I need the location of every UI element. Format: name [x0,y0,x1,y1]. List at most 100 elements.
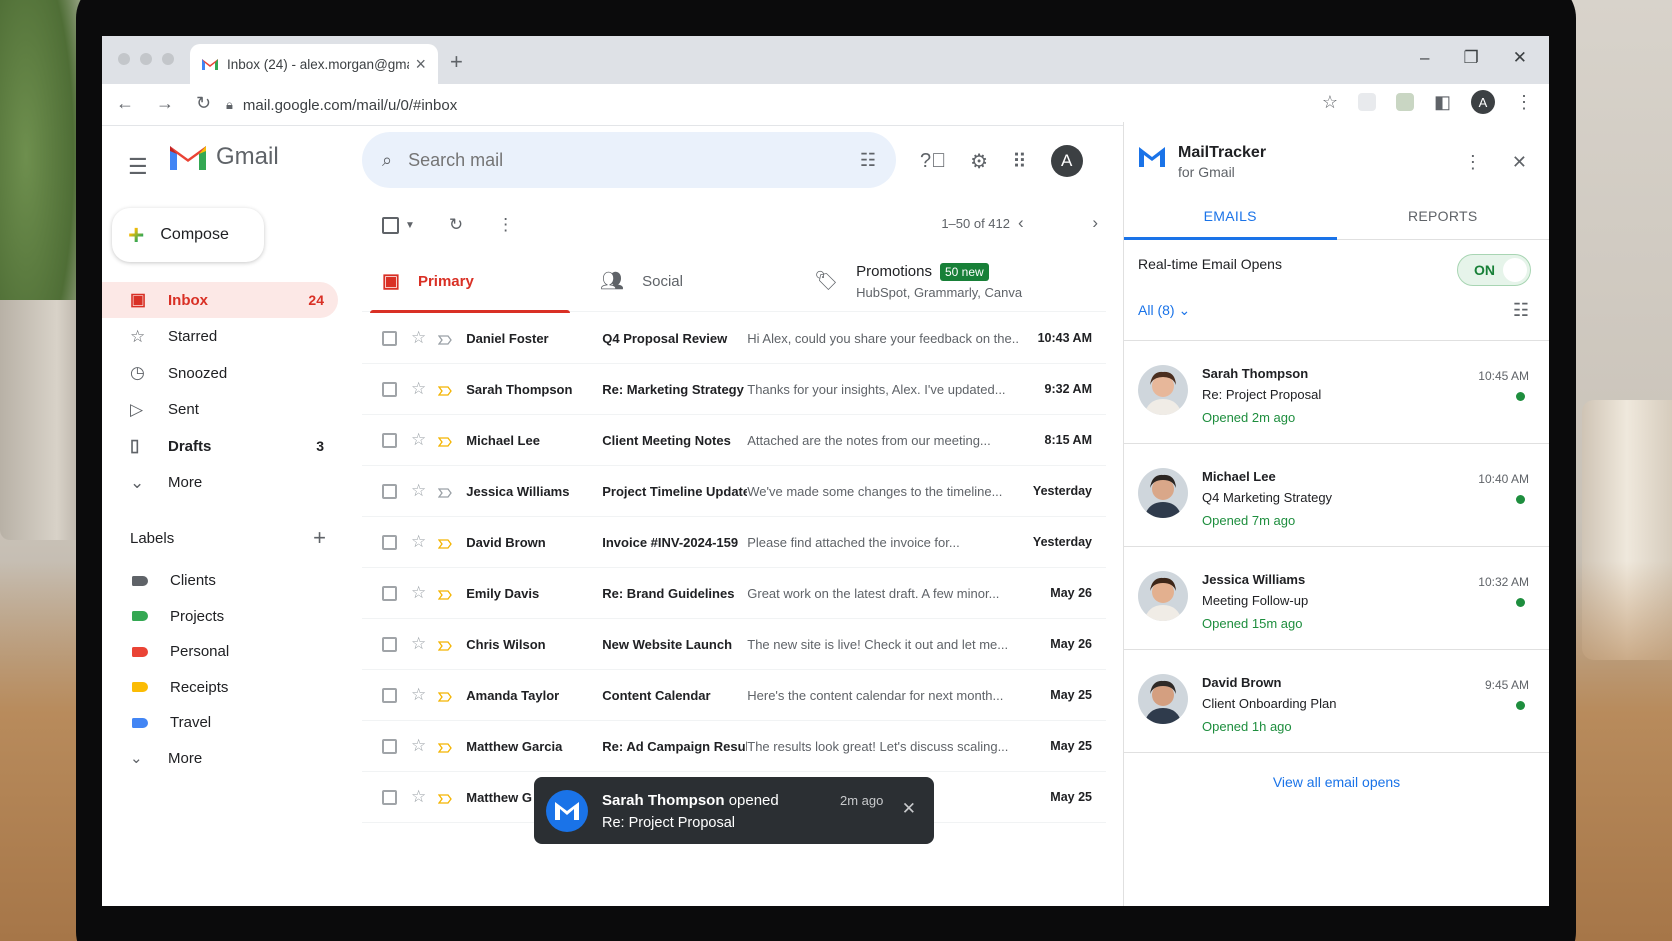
importance-marker-icon[interactable] [437,588,453,600]
email-row[interactable]: ☆ Daniel Foster Q4 Proposal Review Hi Alex,… [362,313,1106,364]
email-row[interactable]: ☆ David Brown Invoice #INV-2024-159 Please … [362,517,1106,568]
close-window-icon[interactable]: ✕ [1513,48,1527,68]
open-entry[interactable]: Sarah Thompson Re: Project Proposal Opened… [1124,341,1549,444]
select-dropdown-icon[interactable]: ▼ [405,220,415,231]
search-options-icon[interactable]: ☷ [860,150,876,171]
label-item-projects[interactable]: Projects [102,599,338,635]
sidebar-item-more[interactable]: ⌄ More [102,465,338,501]
help-icon[interactable]: ?⃝ [920,150,946,173]
importance-marker-icon[interactable] [437,435,453,447]
settings-gear-icon[interactable]: ⚙ [970,149,988,174]
importance-marker-icon[interactable] [437,639,453,651]
main-menu-icon[interactable]: ☰ [128,154,148,180]
tab-promotions[interactable]: 🏷︎ Promotions 50 new HubSpot, Grammarly,… [792,250,1106,312]
browser-tab[interactable]: Inbox (24) - alex.morgan@gmail × [190,44,438,84]
row-checkbox[interactable] [382,636,397,652]
open-entry[interactable]: David Brown Client Onboarding Plan Opened … [1124,650,1549,753]
star-icon[interactable]: ☆ [411,685,426,705]
email-row[interactable]: ☆ Sarah Thompson Re: Marketing Strategy Tha… [362,364,1106,415]
search-icon[interactable]: ⌕ [382,150,392,171]
panel-menu-icon[interactable]: ⋮ [1464,152,1482,173]
reload-icon[interactable]: ↻ [196,93,211,114]
star-icon[interactable]: ☆ [411,328,426,348]
close-toast-icon[interactable]: ✕ [902,799,916,819]
select-all-checkbox[interactable] [382,216,399,234]
new-tab-icon[interactable]: + [450,49,463,75]
tab-reports[interactable]: REPORTS [1337,192,1550,239]
star-icon[interactable]: ☆ [411,736,426,756]
star-icon[interactable]: ☆ [411,430,426,450]
maximize-icon[interactable]: ❐ [1464,48,1479,68]
filter-dropdown[interactable]: All (8) ⌄ [1138,302,1190,319]
row-checkbox[interactable] [382,687,397,703]
add-label-icon[interactable]: + [313,527,326,549]
importance-marker-icon[interactable] [437,792,453,804]
extension-puzzle-icon[interactable] [1395,93,1414,111]
importance-marker-icon[interactable] [437,537,453,549]
row-checkbox[interactable] [382,483,397,499]
realtime-toggle[interactable]: ON [1457,254,1531,286]
back-icon[interactable]: ← [116,93,134,114]
star-icon[interactable]: ☆ [411,532,426,552]
tab-primary[interactable]: ▣ Primary [362,250,570,313]
sidebar-item-drafts[interactable]: ▯ Drafts 3 [102,428,338,464]
extension-icon[interactable] [1357,93,1376,111]
label-item-clients[interactable]: Clients [102,563,338,599]
open-entry[interactable]: Michael Lee Q4 Marketing Strategy Opened 7… [1124,444,1549,547]
row-checkbox[interactable] [382,585,397,601]
row-checkbox[interactable] [382,432,397,448]
browser-menu-icon[interactable]: ⋮ [1515,92,1533,113]
email-row[interactable]: ☆ Jessica Williams Project Timeline Update… [362,466,1106,517]
row-checkbox[interactable] [382,534,397,550]
star-icon[interactable]: ☆ [411,634,426,654]
importance-marker-icon[interactable] [437,486,453,498]
account-avatar[interactable]: A [1050,145,1083,177]
importance-marker-icon[interactable] [437,690,453,702]
row-checkbox[interactable] [382,381,397,397]
sidebar-item-snoozed[interactable]: ◷ Snoozed [102,355,338,391]
search-input[interactable] [408,149,844,171]
tab-social[interactable]: 👥︎ Social [570,250,792,312]
star-icon[interactable]: ☆ [411,481,426,501]
more-actions-icon[interactable]: ⋮ [497,215,514,235]
profile-avatar[interactable]: A [1471,90,1495,114]
email-row[interactable]: ☆ Emily Davis Re: Brand Guidelines Great wo… [362,568,1106,619]
importance-marker-icon[interactable] [437,741,453,753]
email-row[interactable]: ☆ Matthew Garcia Re: Ad Campaign Results Th… [362,721,1106,772]
minimize-icon[interactable]: – [1420,48,1429,68]
sidebar-item-inbox[interactable]: ▣ Inbox 24 [102,282,338,318]
row-checkbox[interactable] [382,330,397,346]
prev-page-icon[interactable]: ‹ [1018,213,1024,233]
row-checkbox[interactable] [382,789,397,805]
close-tab-icon[interactable]: × [415,54,426,75]
sidebar-item-sent[interactable]: ▷ Sent [102,392,338,428]
labels-more[interactable]: ⌄ More [102,741,338,777]
bookmark-star-icon[interactable]: ☆ [1322,92,1338,113]
label-item-receipts[interactable]: Receipts [102,670,338,706]
label-item-personal[interactable]: Personal [102,634,338,670]
compose-button[interactable]: + Compose [112,208,264,262]
open-entry[interactable]: Jessica Williams Meeting Follow-up Opened … [1124,547,1549,650]
apps-grid-icon[interactable]: ⠿ [1012,149,1027,174]
star-icon[interactable]: ☆ [411,787,426,807]
next-page-icon[interactable]: › [1092,213,1098,233]
importance-marker-icon[interactable] [437,384,453,396]
tab-emails[interactable]: EMAILS [1124,192,1337,240]
row-checkbox[interactable] [382,738,397,754]
email-row[interactable]: ☆ Michael Lee Client Meeting Notes Attached… [362,415,1106,466]
importance-marker-icon[interactable] [437,333,453,345]
forward-icon[interactable]: → [156,93,174,114]
email-row[interactable]: ☆ Chris Wilson New Website Launch The new s… [362,619,1106,670]
refresh-icon[interactable]: ↻ [449,215,463,235]
email-row[interactable]: ☆ Amanda Taylor Content Calendar Here's the… [362,670,1106,721]
star-icon[interactable]: ☆ [411,583,426,603]
side-panel-icon[interactable]: ◧ [1434,92,1451,113]
star-icon[interactable]: ☆ [411,379,426,399]
view-all-opens-link[interactable]: View all email opens [1124,774,1549,790]
close-panel-icon[interactable]: ✕ [1512,152,1527,173]
label-item-travel[interactable]: Travel [102,705,338,741]
filter-settings-icon[interactable]: ☷ [1513,300,1529,321]
sidebar-item-starred[interactable]: ☆ Starred [102,319,338,355]
gmail-logo[interactable]: Gmail [168,142,279,172]
url-field[interactable]: 🔒︎ mail.google.com/mail/u/0/#inbox [226,90,1246,120]
